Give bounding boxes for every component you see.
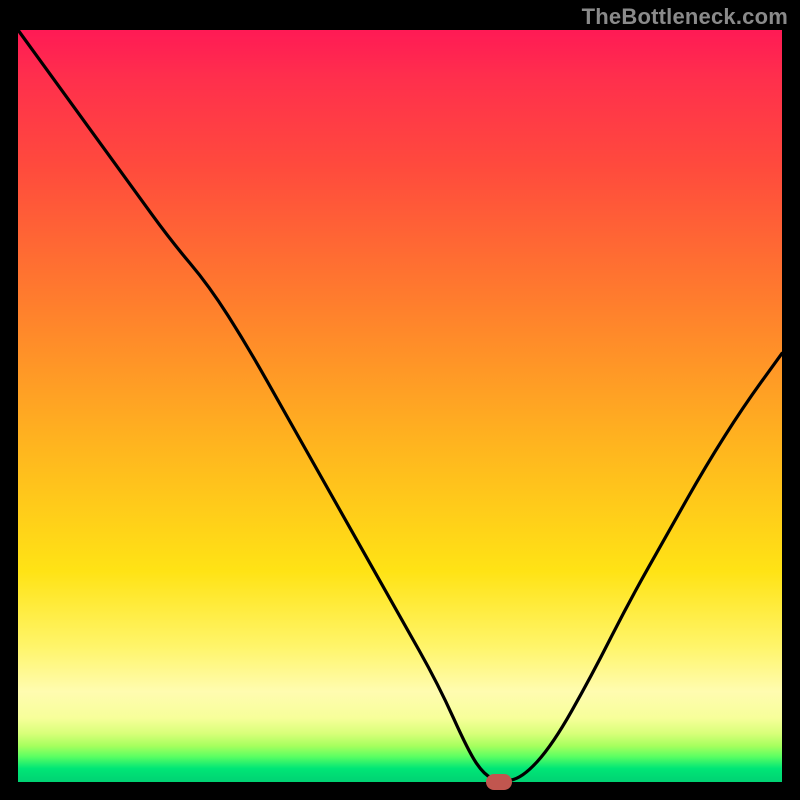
bottleneck-curve <box>18 30 782 782</box>
optimal-point-marker <box>486 774 512 790</box>
attribution-label: TheBottleneck.com <box>582 4 788 30</box>
plot-frame <box>18 30 782 782</box>
chart-container: TheBottleneck.com <box>0 0 800 800</box>
